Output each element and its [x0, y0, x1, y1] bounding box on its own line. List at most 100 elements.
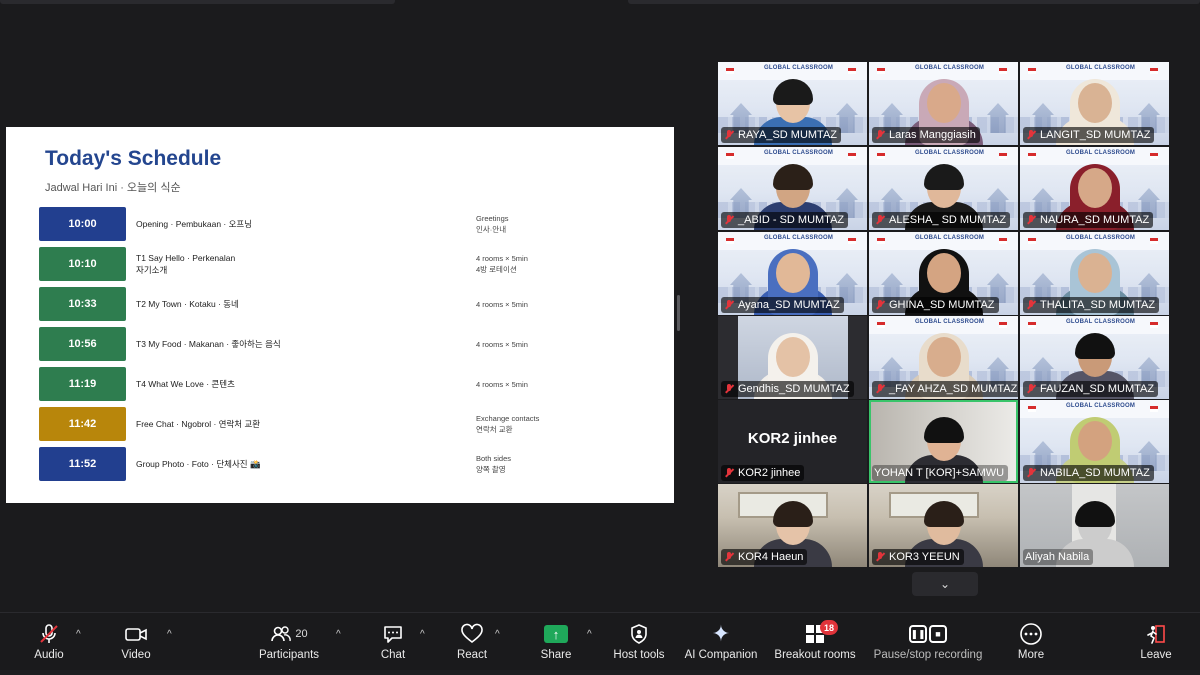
participant-tile[interactable]: GLOBAL CLASSROOM NAURA_SD MUMTAZ	[1020, 147, 1169, 230]
chevron-down-icon: ⌄	[939, 577, 951, 591]
participant-tile[interactable]: GLOBAL CLASSROOM THALITA_SD MUMTAZ	[1020, 232, 1169, 315]
recording-label: Pause/stop recording	[873, 649, 983, 661]
participant-face	[1077, 83, 1112, 123]
participant-tile[interactable]: KOR3 YEEUN	[869, 484, 1018, 567]
participant-tile[interactable]: GLOBAL CLASSROOM FAUZAN_SD MUMTAZ	[1020, 316, 1169, 399]
participant-hair	[923, 164, 964, 190]
mic-muted-icon	[723, 299, 735, 311]
participant-name-label: NAURA_SD MUMTAZ	[1023, 212, 1154, 228]
participant-hair	[1074, 333, 1115, 359]
flag-icon	[877, 238, 885, 244]
activity-line-1: Opening · Pembukaan · 오프닝	[136, 219, 253, 229]
mic-muted-icon	[874, 129, 886, 141]
participant-name-label: _ABID - SD MUMTAZ	[721, 212, 849, 228]
chat-button[interactable]: Chat	[378, 619, 408, 671]
video-options-caret[interactable]: ^	[167, 629, 172, 640]
schedule-row: 10:10 T1 Say Hello · Perkenalan 자기소개 4 room…	[39, 247, 639, 281]
participant-tile[interactable]: GLOBAL CLASSROOM _FAY AHZA_SD MUMTAZ	[869, 316, 1018, 399]
react-options-caret[interactable]: ^	[495, 629, 500, 640]
participant-tile[interactable]: GLOBAL CLASSROOM GHINA_SD MUMTAZ	[869, 232, 1018, 315]
participant-tile[interactable]: GLOBAL CLASSROOM ALESHA_ SD MUMTAZ	[869, 147, 1018, 230]
breakout-rooms-button[interactable]: 18 Breakout rooms	[772, 619, 858, 671]
participant-tile[interactable]: GLOBAL CLASSROOM _ABID - SD MUMTAZ	[718, 147, 867, 230]
flag-icon	[1150, 322, 1158, 328]
leave-icon	[1145, 619, 1167, 649]
activity-line-1: Free Chat · Ngobrol · 연락처 교환	[136, 419, 261, 429]
leave-button[interactable]: Leave	[1139, 619, 1173, 671]
participant-tile[interactable]: Aliyah Nabila	[1020, 484, 1169, 567]
participant-name: _FAY AHZA_SD MUMTAZ	[889, 383, 1018, 395]
schedule-row: 11:52 Group Photo · Foto · 단체사진 📸 Both sid…	[39, 447, 639, 481]
banner-title: GLOBAL CLASSROOM	[1066, 150, 1136, 156]
pause-icon: ❚❚	[909, 625, 927, 643]
participant-tile[interactable]: GLOBAL CLASSROOM NABILA_SD MUMTAZ	[1020, 400, 1169, 483]
participant-tile[interactable]: GLOBAL CLASSROOM LANGIT_SD MUMTAZ	[1020, 62, 1169, 145]
participant-tile[interactable]: Gendhis_SD MUMTAZ	[718, 316, 867, 399]
participants-options-caret[interactable]: ^	[336, 629, 341, 640]
participant-tile[interactable]: YOHAN T [KOR]+SAMWU	[869, 400, 1018, 483]
more-button[interactable]: More	[1015, 619, 1047, 671]
participant-name-label: NABILA_SD MUMTAZ	[1023, 465, 1154, 481]
schedule-time: 10:56	[39, 327, 126, 361]
ai-companion-button[interactable]: ✦ AI Companion	[684, 619, 758, 671]
banner-title: GLOBAL CLASSROOM	[1066, 65, 1136, 71]
participant-tile[interactable]: KOR4 Haeun	[718, 484, 867, 567]
mic-muted-icon	[723, 467, 735, 479]
participant-name-label: YOHAN T [KOR]+SAMWU	[872, 465, 1009, 481]
participants-button[interactable]: 20 Participants	[256, 619, 322, 671]
stop-icon: ■	[929, 625, 947, 643]
participant-hair	[923, 501, 964, 527]
top-bar-right	[628, 0, 1200, 4]
participant-name: KOR2 jinhee	[738, 467, 801, 479]
flag-icon	[999, 238, 1007, 244]
schedule-row: 10:56 T3 My Food · Makanan · 좋아하는 음식 4 roo…	[39, 327, 639, 361]
flag-icon	[726, 238, 734, 244]
schedule-time: 10:33	[39, 287, 126, 321]
video-button[interactable]: Video	[118, 619, 154, 671]
share-button[interactable]: ↑ Share	[539, 619, 573, 671]
schedule-note: Greetings 인사·안내	[476, 207, 636, 241]
camera-icon	[124, 619, 148, 649]
activity-line-1: T4 What We Love · 콘텐츠	[136, 379, 235, 389]
audio-button[interactable]: Audio	[30, 619, 68, 671]
recording-controls-icon: ❚❚ ■	[909, 619, 947, 649]
gallery-next-page-button[interactable]: ⌄	[912, 572, 978, 596]
participant-name: Laras Manggiasih	[889, 129, 976, 141]
chat-options-caret[interactable]: ^	[420, 629, 425, 640]
flag-icon	[1150, 406, 1158, 412]
note-line-1: 4 rooms × 5min	[476, 379, 528, 389]
split-view-handle[interactable]	[677, 295, 680, 331]
flag-icon	[1150, 238, 1158, 244]
participant-name-label: Laras Manggiasih	[872, 127, 980, 143]
more-icon	[1019, 619, 1043, 649]
banner-title: GLOBAL CLASSROOM	[1066, 403, 1136, 409]
react-button[interactable]: React	[456, 619, 488, 671]
participant-face	[926, 83, 961, 123]
audio-label: Audio	[34, 649, 64, 661]
pause-stop-recording-button[interactable]: ❚❚ ■ Pause/stop recording	[870, 619, 986, 671]
participant-name: _ABID - SD MUMTAZ	[738, 214, 845, 226]
participant-tile[interactable]: GLOBAL CLASSROOM RAYA_SD MUMTAZ	[718, 62, 867, 145]
audio-options-caret[interactable]: ^	[76, 629, 81, 640]
ai-companion-label: AI Companion	[684, 649, 758, 661]
schedule-time: 11:42	[39, 407, 126, 441]
schedule-activity: T3 My Food · Makanan · 좋아하는 음식	[136, 327, 456, 361]
participant-face	[926, 337, 961, 377]
participant-hair	[772, 79, 813, 105]
schedule-note: Both sides 양쪽 촬영	[476, 447, 636, 481]
participant-face	[1077, 421, 1112, 461]
chat-icon	[382, 619, 404, 649]
participant-name: GHINA_SD MUMTAZ	[889, 299, 995, 311]
schedule-time: 10:10	[39, 247, 126, 281]
participant-tile[interactable]: GLOBAL CLASSROOM Ayana_SD MUMTAZ	[718, 232, 867, 315]
leave-label: Leave	[1140, 649, 1172, 661]
flag-icon	[1028, 153, 1036, 159]
participant-tile[interactable]: KOR2 jinhee KOR2 jinhee	[718, 400, 867, 483]
participant-name: THALITA_SD MUMTAZ	[1040, 299, 1156, 311]
host-tools-button[interactable]: Host tools	[610, 619, 668, 671]
participant-tile[interactable]: GLOBAL CLASSROOM Laras Manggiasih	[869, 62, 1018, 145]
top-bar-left	[0, 0, 395, 4]
banner-title: GLOBAL CLASSROOM	[915, 319, 985, 325]
share-options-caret[interactable]: ^	[587, 629, 592, 640]
participant-name: Gendhis_SD MUMTAZ	[738, 383, 850, 395]
